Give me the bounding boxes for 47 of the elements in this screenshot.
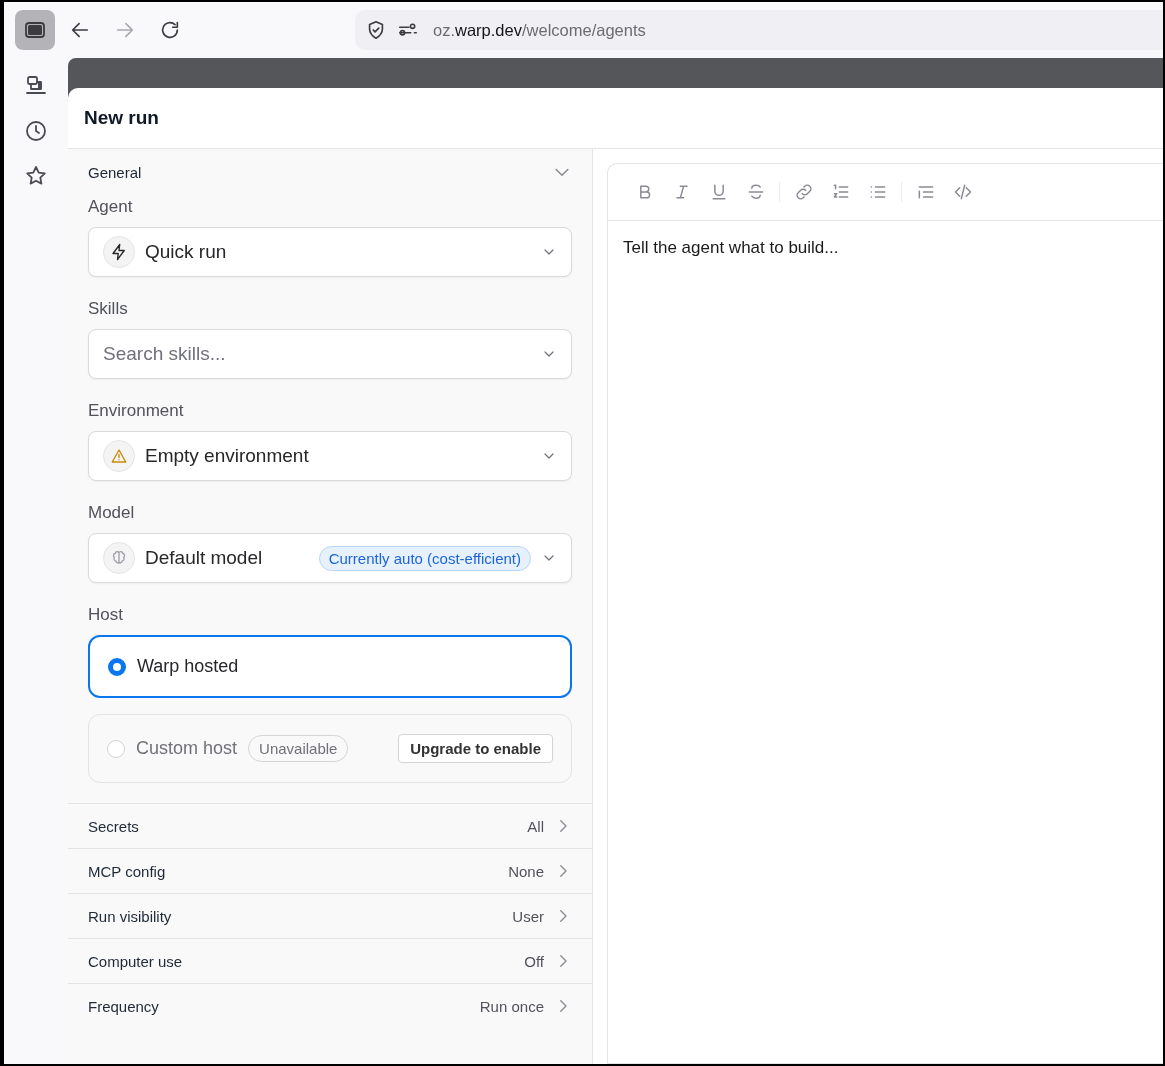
dropdown-field[interactable]: Search skills... — [88, 329, 572, 379]
settings-row[interactable]: Run visibility User — [68, 893, 592, 938]
star-icon[interactable] — [24, 164, 48, 188]
row-label: MCP config — [88, 862, 167, 880]
dropdown-field[interactable]: Default model Currently auto (cost-efficient) — [88, 533, 572, 583]
field-label: Model — [88, 503, 136, 523]
brain-icon — [110, 549, 128, 567]
modal-title: New run — [84, 107, 159, 129]
row-label: Secrets — [88, 817, 140, 835]
field-placeholder: Search skills... — [103, 343, 227, 365]
field-label: Agent — [88, 197, 134, 217]
field-label: Skills — [88, 299, 129, 319]
row-label: Frequency — [88, 997, 160, 1015]
row-value: Off — [524, 952, 544, 970]
field-label: Environment — [88, 401, 185, 421]
dropdown-field[interactable]: Quick run — [88, 227, 572, 277]
row-label: Computer use — [88, 952, 184, 970]
settings-row[interactable]: Secrets All — [68, 803, 592, 848]
section-title: General — [88, 163, 142, 181]
field-value: Default model — [145, 547, 264, 569]
status-badge: Currently auto (cost-efficient) — [318, 545, 531, 571]
code-icon[interactable] — [952, 182, 973, 202]
settings-row[interactable]: MCP config None — [68, 848, 592, 893]
field-label: Host — [88, 605, 124, 625]
host-option[interactable]: Warp hosted — [88, 635, 572, 698]
reload-icon — [159, 19, 181, 41]
settings-row[interactable]: Computer use Off — [68, 938, 592, 983]
radio-button[interactable] — [108, 657, 126, 676]
field-value: Quick run — [145, 241, 228, 263]
section-header[interactable]: General — [88, 149, 572, 195]
warning-icon — [110, 447, 128, 465]
link-icon[interactable] — [793, 182, 814, 202]
row-value: User — [512, 907, 544, 925]
row-value: All — [527, 817, 544, 835]
url-text: oz.warp.dev/welcome/agents — [433, 20, 646, 40]
row-value: None — [508, 862, 544, 880]
settings-row[interactable]: Frequency Run once — [68, 983, 592, 1028]
sidebar-toggle-button[interactable] — [15, 10, 55, 50]
row-value: Run once — [479, 997, 544, 1015]
row-label: Run visibility — [88, 907, 173, 925]
bolt-icon — [110, 243, 128, 261]
option-label: Custom host — [136, 738, 238, 759]
clock-icon[interactable] — [24, 119, 48, 143]
field-value: Empty environment — [145, 445, 310, 467]
option-label: Warp hosted — [137, 656, 239, 677]
address-bar[interactable]: oz.warp.dev/welcome/agents — [355, 10, 1163, 50]
dropdown-field[interactable]: Empty environment — [88, 431, 572, 481]
